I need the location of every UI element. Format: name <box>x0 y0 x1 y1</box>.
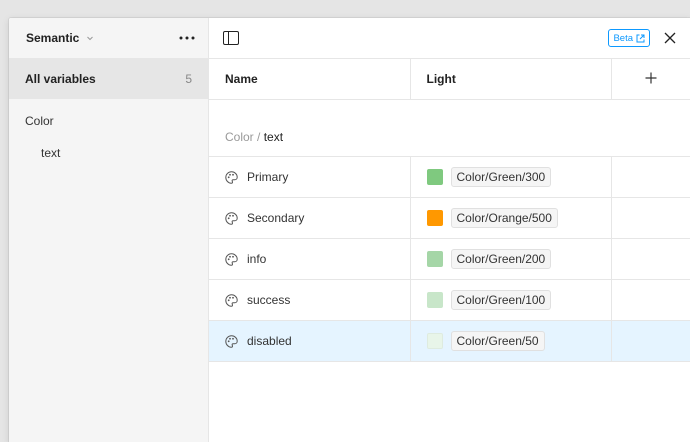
sidebar-item-all-variables[interactable]: All variables 5 <box>9 58 208 99</box>
table-row[interactable]: Primary Color/Green/300 <box>209 156 690 198</box>
table-row[interactable]: info Color/Green/200 <box>209 238 690 280</box>
table-row[interactable]: disabled Color/Green/50 <box>209 320 690 362</box>
variable-name-cell[interactable]: Secondary <box>209 197 410 239</box>
variable-value: Color/Green/200 <box>426 249 611 269</box>
variable-name-label: disabled <box>247 334 292 348</box>
variable-name-cell[interactable]: disabled <box>209 320 410 362</box>
more-options-button[interactable] <box>176 27 198 49</box>
variables-modal: Semantic All variables 5 Color text Beta… <box>9 18 690 442</box>
collection-dropdown[interactable]: Semantic <box>26 31 95 45</box>
variable-value-cell[interactable]: Color/Green/300 <box>409 156 611 198</box>
alias-pill[interactable]: Color/Orange/500 <box>450 208 558 228</box>
empty-cell <box>610 197 690 239</box>
beta-label: Beta <box>613 32 633 44</box>
variable-value: Color/Orange/500 <box>426 208 611 228</box>
variable-value: Color/Green/100 <box>426 290 611 310</box>
sidebar-toggle-icon <box>223 31 239 45</box>
variable-name-label: Primary <box>247 170 289 184</box>
toolbar: Beta <box>209 18 690 58</box>
path-separator: / <box>253 130 264 144</box>
sidebar-group-color[interactable]: Color <box>9 99 208 139</box>
all-variables-label: All variables <box>25 71 96 86</box>
path-current: text <box>263 130 284 144</box>
palette-icon <box>225 252 238 266</box>
table-row[interactable]: success Color/Green/100 <box>209 279 690 321</box>
empty-cell <box>610 320 690 362</box>
alias-pill[interactable]: Color/Green/200 <box>450 249 552 269</box>
variable-name-label: success <box>247 293 291 307</box>
color-swatch[interactable] <box>426 333 443 349</box>
variable-name-label: info <box>247 252 267 266</box>
group-path: Color / text <box>209 99 690 157</box>
variables-table: Name Light Color / text PrimaryColor/Gr <box>209 58 690 362</box>
group-path-row: Color / text <box>209 99 690 157</box>
alias-pill[interactable]: Color/Green/50 <box>450 331 545 351</box>
variable-name-cell[interactable]: info <box>209 238 410 280</box>
collection-name: Semantic <box>26 31 80 45</box>
empty-cell <box>610 279 690 321</box>
empty-cell <box>610 156 690 198</box>
external-link-icon <box>636 34 645 43</box>
plus-icon <box>645 72 657 84</box>
variable-value-cell[interactable]: Color/Green/200 <box>409 238 611 280</box>
color-swatch[interactable] <box>426 292 443 308</box>
table-row[interactable]: Secondary Color/Orange/500 <box>209 197 690 239</box>
close-icon <box>664 32 676 44</box>
variable-value-cell[interactable]: Color/Green/50 <box>409 320 611 362</box>
variable-value-cell[interactable]: Color/Green/100 <box>409 279 611 321</box>
variable-name: Secondary <box>225 211 410 225</box>
column-header-name: Name <box>209 58 410 100</box>
close-button[interactable] <box>660 28 680 48</box>
palette-icon <box>225 293 238 307</box>
table-header-row: Name Light <box>209 58 690 100</box>
color-swatch[interactable] <box>426 169 443 185</box>
subgroup-label: text <box>41 146 61 160</box>
variable-name: disabled <box>225 334 410 348</box>
palette-icon <box>225 211 238 225</box>
sidebar-group-text[interactable]: text <box>9 139 208 160</box>
group-label: Color <box>25 114 54 128</box>
sidebar: Semantic All variables 5 Color text <box>9 18 209 442</box>
variable-name: success <box>225 293 410 307</box>
empty-cell <box>610 238 690 280</box>
toggle-sidebar-button[interactable] <box>220 27 242 49</box>
path-group: Color <box>225 130 254 144</box>
color-swatch[interactable] <box>426 251 443 267</box>
alias-pill[interactable]: Color/Green/100 <box>450 290 552 310</box>
palette-icon <box>225 334 238 348</box>
sidebar-header: Semantic <box>9 18 208 58</box>
alias-pill[interactable]: Color/Green/300 <box>450 167 552 187</box>
color-swatch[interactable] <box>426 210 443 226</box>
variable-value: Color/Green/50 <box>426 331 611 351</box>
all-variables-count: 5 <box>185 71 192 86</box>
variable-name-label: Secondary <box>247 211 305 225</box>
variable-name-cell[interactable]: success <box>209 279 410 321</box>
variable-name: info <box>225 252 410 266</box>
add-mode-button[interactable] <box>610 58 690 100</box>
more-horizontal-icon <box>178 35 196 41</box>
chevron-down-icon <box>85 33 95 43</box>
palette-icon <box>225 170 238 184</box>
variables-main: Beta Name Light Color / text Primary Col… <box>209 18 690 442</box>
variable-value-cell[interactable]: Color/Orange/500 <box>409 197 611 239</box>
column-header-mode[interactable]: Light <box>409 58 611 100</box>
variable-name: Primary <box>225 170 410 184</box>
beta-badge[interactable]: Beta <box>608 29 650 47</box>
variable-value: Color/Green/300 <box>426 167 611 187</box>
variable-name-cell[interactable]: Primary <box>209 156 410 198</box>
